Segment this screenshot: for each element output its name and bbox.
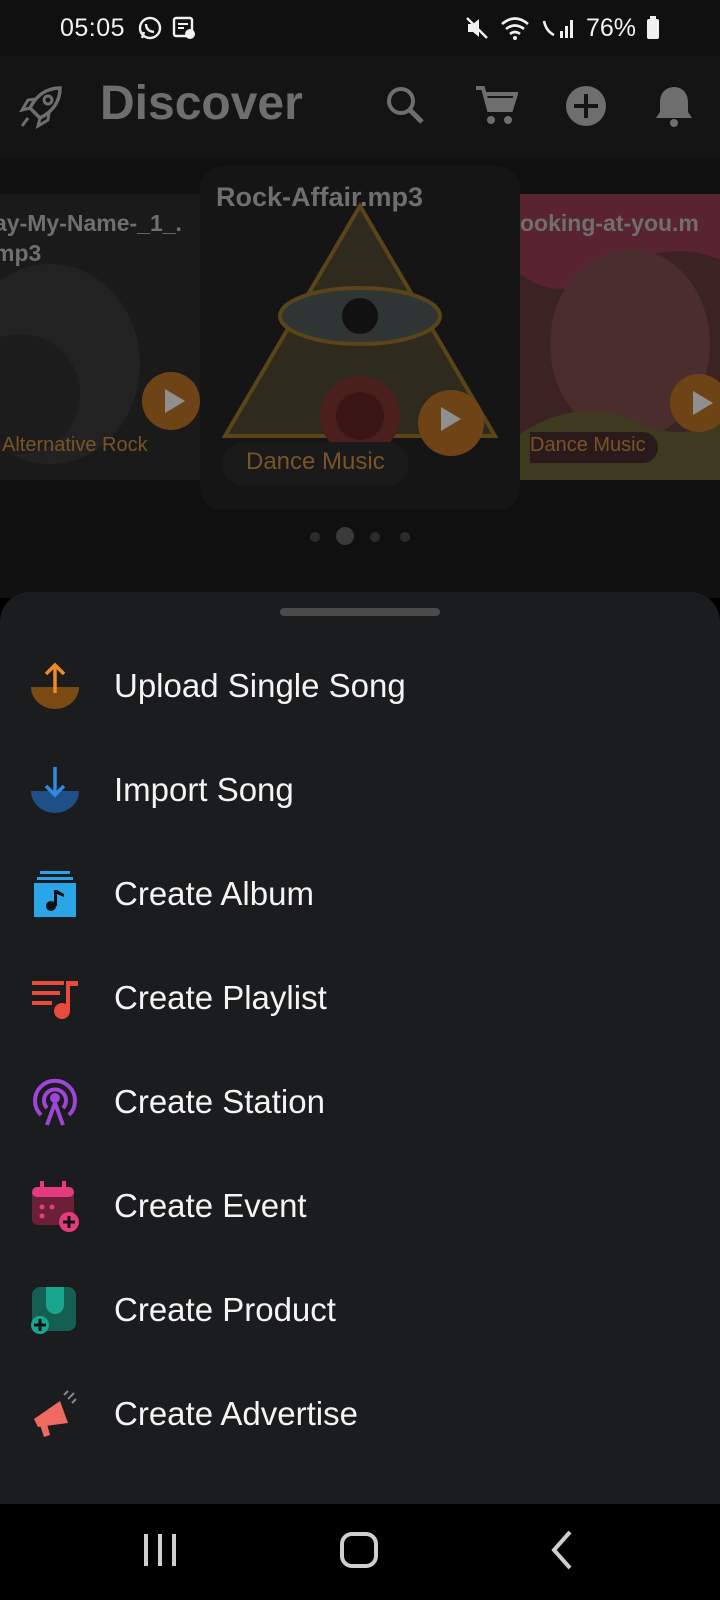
play-button-center[interactable] xyxy=(418,390,484,456)
whatsapp-icon xyxy=(138,16,162,40)
signal-icon xyxy=(542,20,573,38)
bell-icon[interactable] xyxy=(654,84,694,128)
rocket-logo-icon[interactable] xyxy=(16,84,66,132)
mute-icon xyxy=(466,17,488,39)
station-icon xyxy=(28,1075,82,1129)
menu-item-create-advertise[interactable]: Create Advertise xyxy=(0,1366,720,1462)
status-left-icons xyxy=(137,15,197,41)
card-title-center: Rock-Affair.mp3 xyxy=(216,182,424,212)
battery-icon xyxy=(647,16,659,39)
pagination-dot-active[interactable] xyxy=(336,527,354,545)
home-icon[interactable] xyxy=(338,1526,382,1574)
menu-item-upload-single-song[interactable]: Upload Single Song xyxy=(0,638,720,734)
pagination-dot[interactable] xyxy=(310,532,320,542)
pagination-dot[interactable] xyxy=(370,532,380,542)
card-title-line2: mp3 xyxy=(0,240,42,266)
genre-label-right: Dance Music xyxy=(530,432,658,463)
system-navigation-bar xyxy=(0,1504,720,1600)
cart-icon[interactable] xyxy=(474,84,518,128)
add-circle-icon[interactable] xyxy=(564,84,608,128)
menu-label: Create Album xyxy=(114,875,314,912)
menu-label: Create Playlist xyxy=(114,979,327,1016)
app-header: Discover xyxy=(0,56,720,158)
song-card-left[interactable]: ay-My-Name-_1_. mp3 Alternative Rock xyxy=(0,194,200,480)
menu-label: Import Song xyxy=(114,771,294,808)
menu-label: Upload Single Song xyxy=(114,667,406,704)
menu-item-create-event[interactable]: Create Event xyxy=(0,1158,720,1254)
menu-item-import-song[interactable]: Import Song xyxy=(0,742,720,838)
genre-label-left: Alternative Rock xyxy=(2,434,148,456)
menu-label: Create Advertise xyxy=(114,1395,358,1432)
import-icon xyxy=(28,763,82,817)
genre-label-center: Dance Music xyxy=(222,442,409,486)
battery-percent: 76% xyxy=(585,13,636,42)
advertise-icon xyxy=(28,1387,82,1441)
pagination-dot[interactable] xyxy=(400,532,410,542)
album-icon xyxy=(28,867,82,921)
discover-content: ay-My-Name-_1_. mp3 Alternative Rock ook… xyxy=(0,158,720,598)
status-bar: 05:05 76% xyxy=(0,0,720,56)
back-icon[interactable] xyxy=(546,1526,576,1574)
create-bottom-sheet: Upload Single Song Import Song Create Al… xyxy=(0,592,720,1504)
wifi-icon xyxy=(501,17,529,40)
song-card-center[interactable]: Rock-Affair.mp3 Dance Music xyxy=(200,166,520,510)
status-right: 76% xyxy=(464,14,660,43)
product-icon xyxy=(28,1283,82,1337)
play-button-left[interactable] xyxy=(142,372,200,430)
menu-label: Create Station xyxy=(114,1083,325,1120)
search-icon[interactable] xyxy=(384,84,426,126)
recent-apps-icon[interactable] xyxy=(142,1526,178,1574)
event-icon xyxy=(28,1179,82,1233)
upload-icon xyxy=(28,659,82,713)
card-title-line1: ay-My-Name-_1_. xyxy=(0,210,182,236)
menu-label: Create Event xyxy=(114,1187,307,1224)
carousel-pagination xyxy=(0,524,720,548)
song-card-right[interactable]: ooking-at-you.m Dance Music xyxy=(520,194,720,480)
notification-app-icon xyxy=(172,16,196,39)
page-title: Discover xyxy=(100,77,303,130)
menu-label: Create Product xyxy=(114,1291,336,1328)
card-title-right: ooking-at-you.m xyxy=(520,210,699,236)
menu-item-create-product[interactable]: Create Product xyxy=(0,1262,720,1358)
sheet-drag-handle[interactable] xyxy=(280,608,440,616)
play-button-right[interactable] xyxy=(670,374,720,432)
status-time: 05:05 xyxy=(60,13,126,42)
menu-item-create-station[interactable]: Create Station xyxy=(0,1054,720,1150)
menu-item-create-album[interactable]: Create Album xyxy=(0,846,720,942)
menu-item-create-playlist[interactable]: Create Playlist xyxy=(0,950,720,1046)
playlist-icon xyxy=(28,971,82,1025)
